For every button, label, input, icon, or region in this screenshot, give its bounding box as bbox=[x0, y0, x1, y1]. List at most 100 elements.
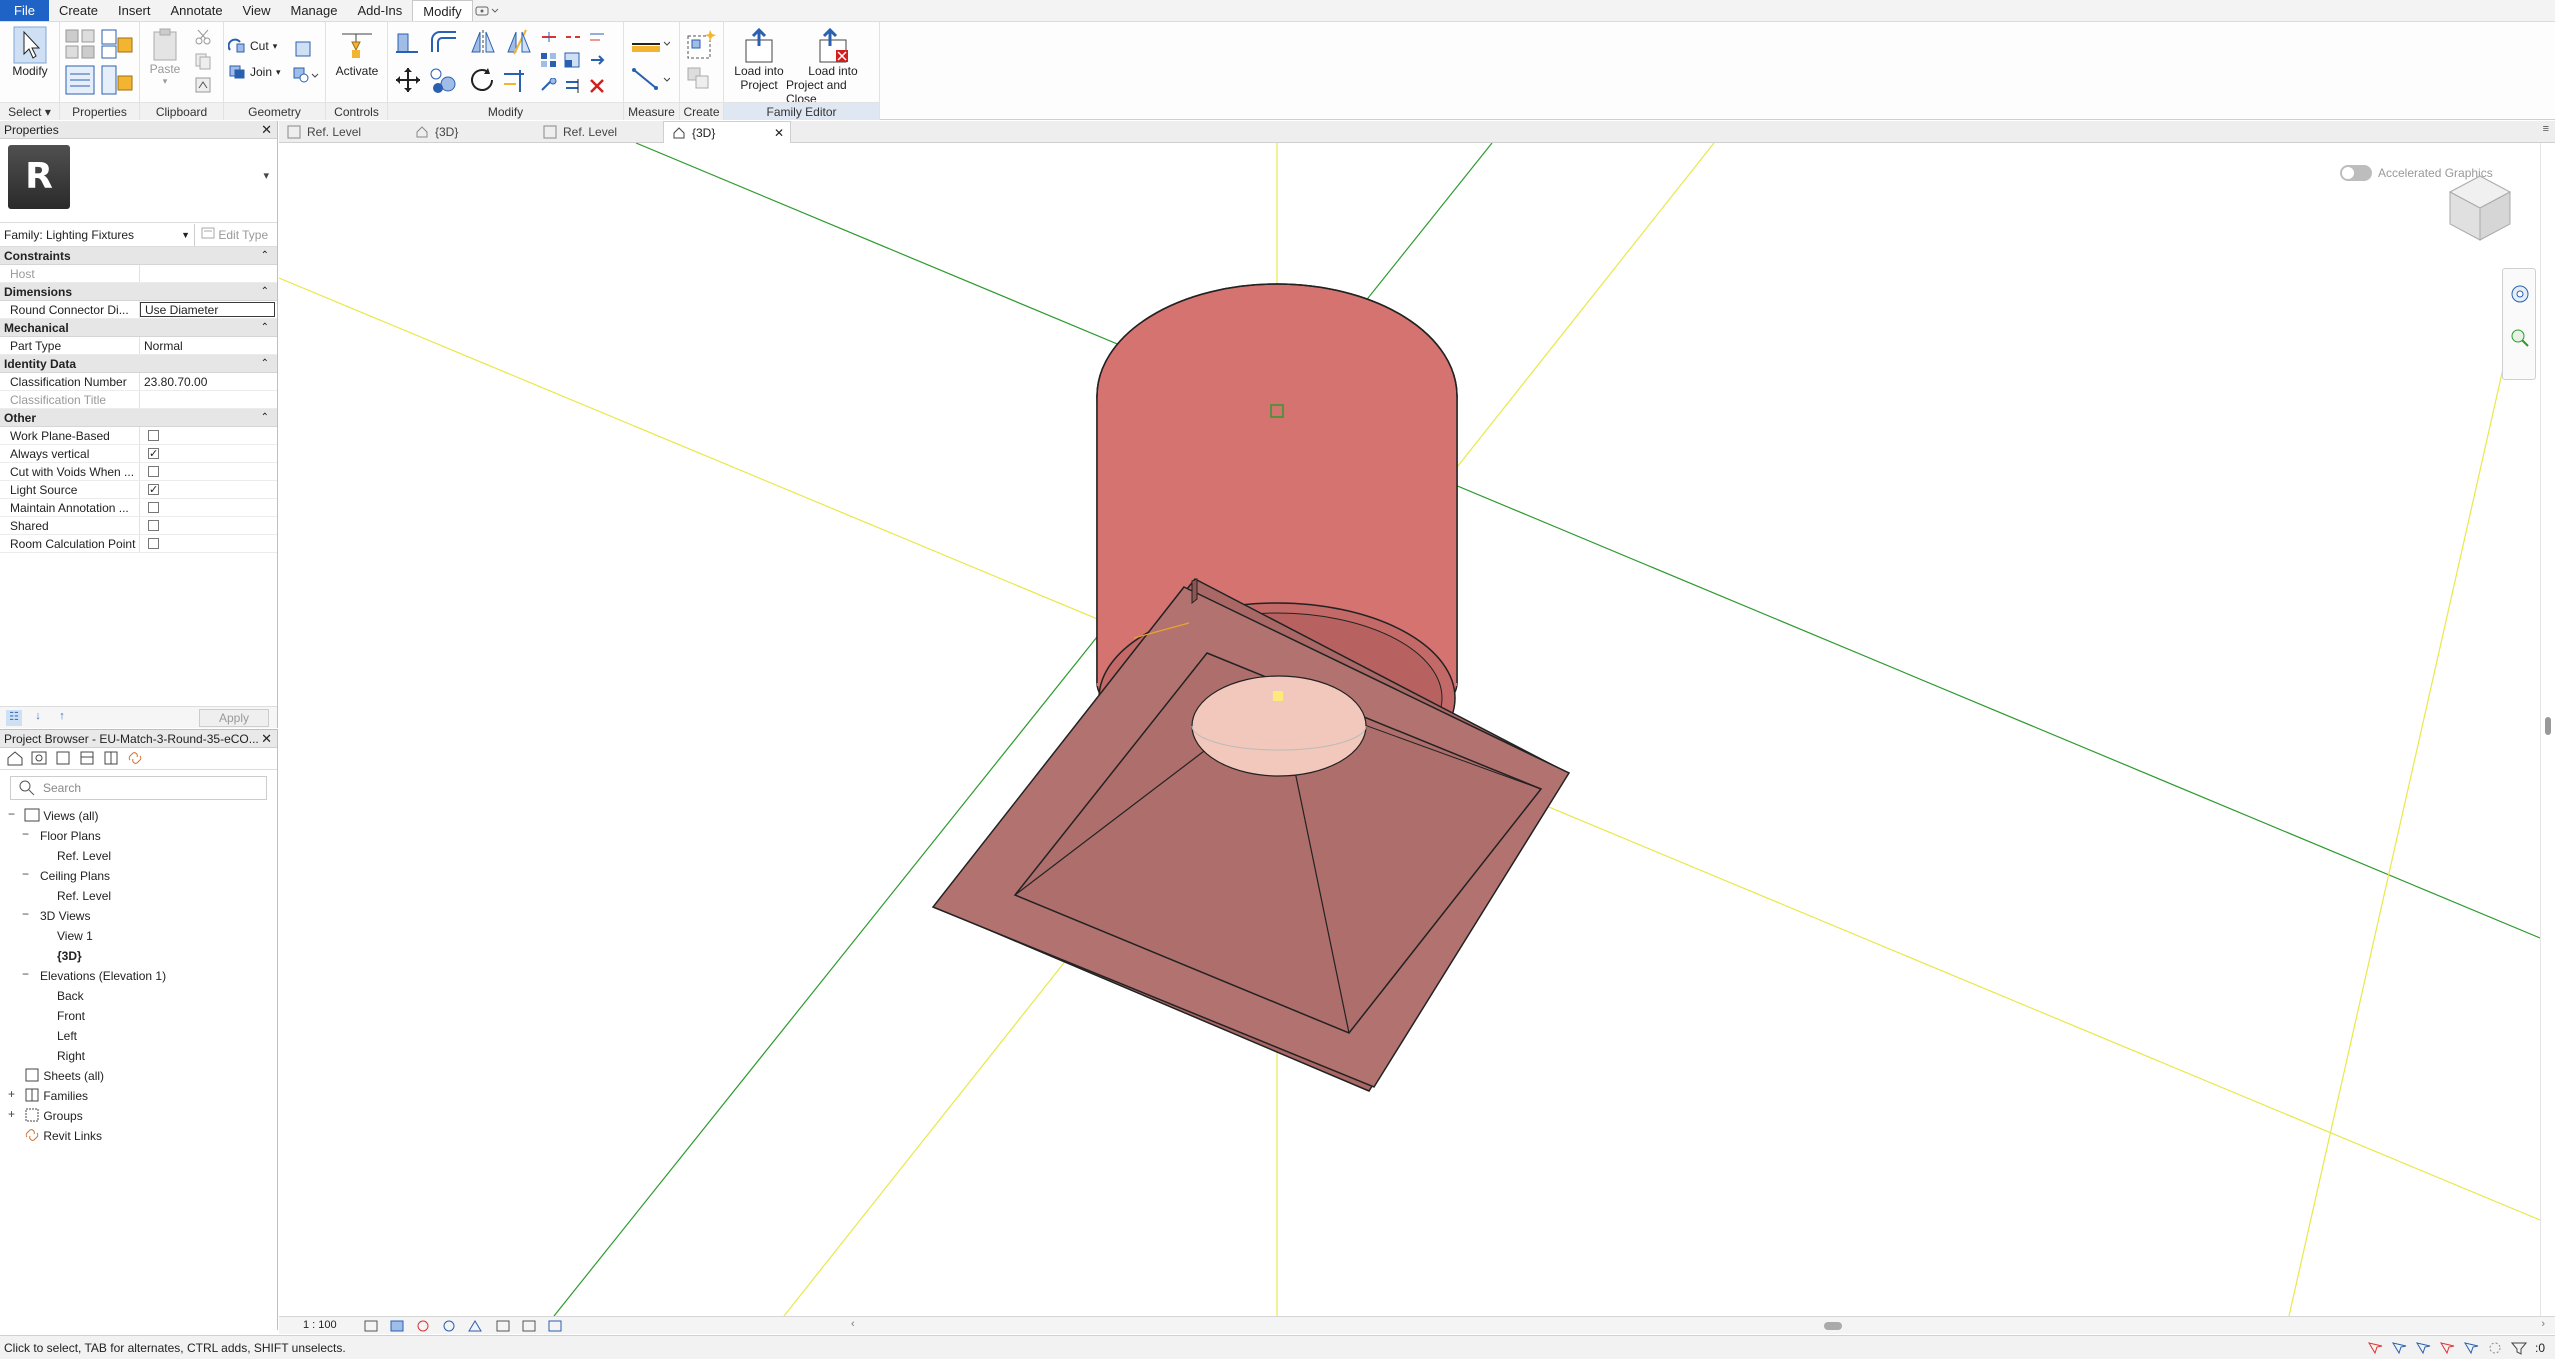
tab-ref-level-1[interactable]: Ref. Level bbox=[279, 121, 407, 143]
close-icon[interactable]: ✕ bbox=[261, 121, 272, 139]
tree-elevation-front[interactable]: Front bbox=[57, 1006, 85, 1026]
copy-element-icon[interactable] bbox=[428, 66, 458, 94]
tree-elevation-left[interactable]: Left bbox=[57, 1026, 77, 1046]
create-group-icon[interactable] bbox=[686, 28, 718, 60]
activate-button[interactable]: Activate bbox=[334, 28, 380, 78]
offset-icon[interactable] bbox=[428, 30, 458, 56]
always-vertical-checkbox[interactable] bbox=[148, 445, 159, 462]
load-into-project-button[interactable]: Load into Project bbox=[726, 28, 792, 92]
scissors-icon[interactable] bbox=[194, 28, 212, 46]
viewcube-icon[interactable] bbox=[2440, 162, 2518, 244]
tree-3d-views[interactable]: 3D Views bbox=[40, 906, 90, 926]
unpin-icon[interactable] bbox=[588, 52, 606, 68]
collapse-icon[interactable]: − bbox=[22, 967, 32, 981]
trim-extend-icon[interactable] bbox=[500, 66, 530, 94]
schedules-icon[interactable] bbox=[78, 750, 98, 768]
sort-descending-icon[interactable]: ↑ bbox=[54, 710, 70, 726]
scale-icon[interactable] bbox=[564, 52, 582, 68]
rotate-icon[interactable] bbox=[468, 66, 496, 94]
match-properties-icon[interactable] bbox=[194, 76, 212, 94]
type-selector[interactable]: R ▾ bbox=[0, 139, 277, 223]
measure-distance-icon[interactable] bbox=[630, 30, 670, 56]
views-filter-icon[interactable] bbox=[30, 750, 50, 768]
tree-ceiling-plans[interactable]: Ceiling Plans bbox=[40, 866, 110, 886]
zoom-icon[interactable] bbox=[2509, 327, 2531, 349]
horizontal-scroll-thumb[interactable] bbox=[1824, 1322, 1842, 1330]
delete-icon[interactable] bbox=[588, 78, 606, 94]
background-process-icon[interactable] bbox=[2487, 1341, 2503, 1355]
tab-modify[interactable]: Modify bbox=[412, 0, 473, 21]
prop-part-type[interactable]: Part Type Normal bbox=[0, 337, 277, 355]
view-scale[interactable]: 1 : 100 bbox=[303, 1319, 337, 1331]
tree-3d-default[interactable]: {3D} bbox=[57, 946, 82, 966]
collapse-icon[interactable]: − bbox=[8, 807, 18, 821]
move-icon[interactable] bbox=[394, 66, 422, 94]
wall-joins-icon[interactable] bbox=[294, 40, 312, 58]
select-pinned-icon[interactable] bbox=[2415, 1341, 2431, 1355]
filter-icon[interactable] bbox=[2510, 1341, 2527, 1355]
drag-elements-icon[interactable] bbox=[2463, 1341, 2479, 1355]
tree-sheets[interactable]: Sheets (all) bbox=[24, 1066, 104, 1086]
trim-single-icon[interactable] bbox=[588, 30, 606, 44]
paste-button[interactable]: Paste ▾ bbox=[148, 28, 182, 87]
tree-view-1[interactable]: View 1 bbox=[57, 926, 93, 946]
maintain-annotation-checkbox[interactable] bbox=[148, 502, 159, 513]
steering-wheel-icon[interactable] bbox=[2509, 283, 2531, 305]
tree-elevation-right[interactable]: Right bbox=[57, 1046, 85, 1066]
room-calc-checkbox[interactable] bbox=[148, 538, 159, 549]
tab-menu-icon[interactable]: ≡ bbox=[2543, 123, 2549, 135]
select-panel-label[interactable]: Select ▾ bbox=[0, 102, 59, 120]
home-icon[interactable] bbox=[6, 750, 26, 768]
categorized-sort-icon[interactable]: ☷ bbox=[6, 710, 22, 726]
split-element-icon[interactable] bbox=[540, 30, 558, 44]
families-icon[interactable] bbox=[102, 750, 122, 768]
split-gap-icon[interactable] bbox=[564, 30, 582, 44]
contextual-tab-toggle-icon[interactable] bbox=[473, 0, 503, 21]
aligned-dimension-icon[interactable] bbox=[630, 66, 670, 94]
tab-manage[interactable]: Manage bbox=[281, 0, 348, 21]
group-constraints[interactable]: Constraints ⌃ bbox=[0, 247, 277, 265]
tree-revit-links[interactable]: Revit Links bbox=[24, 1126, 102, 1146]
tree-floor-plans[interactable]: Floor Plans bbox=[40, 826, 101, 846]
load-into-project-and-close-button[interactable]: Load into Project and Close bbox=[786, 28, 880, 106]
tree-elevation-back[interactable]: Back bbox=[57, 986, 84, 1006]
tab-ref-level-2[interactable]: Ref. Level bbox=[535, 121, 663, 143]
split-face-icon[interactable] bbox=[292, 66, 320, 84]
horizontal-scrollbar[interactable] bbox=[849, 1319, 2555, 1333]
family-dropdown[interactable]: Family: Lighting Fixtures ▼ bbox=[0, 223, 195, 246]
type-properties-icon[interactable] bbox=[100, 64, 134, 96]
modify-button[interactable]: Modify bbox=[6, 26, 54, 78]
edit-type-button[interactable]: Edit Type bbox=[201, 227, 268, 242]
tab-3d-1[interactable]: {3D} bbox=[407, 121, 535, 143]
group-mechanical[interactable]: Mechanical ⌃ bbox=[0, 319, 277, 337]
expand-icon[interactable]: + bbox=[8, 1087, 18, 1101]
shared-checkbox[interactable] bbox=[148, 520, 159, 531]
apply-button[interactable]: Apply bbox=[199, 709, 269, 727]
tree-groups[interactable]: Groups bbox=[24, 1106, 83, 1126]
vertical-scroll-thumb[interactable] bbox=[2545, 717, 2551, 735]
select-by-face-icon[interactable] bbox=[2439, 1341, 2455, 1355]
prop-classification-number[interactable]: Classification Number 23.80.70.00 bbox=[0, 373, 277, 391]
vertical-scrollbar[interactable] bbox=[2540, 143, 2555, 1316]
tab-insert[interactable]: Insert bbox=[108, 0, 161, 21]
tab-create[interactable]: Create bbox=[49, 0, 108, 21]
tree-elevations[interactable]: Elevations (Elevation 1) bbox=[40, 966, 166, 986]
tree-families[interactable]: Families bbox=[24, 1086, 88, 1106]
3d-viewport[interactable] bbox=[278, 142, 2541, 1317]
close-icon[interactable]: ✕ bbox=[261, 730, 272, 748]
round-connector-field[interactable]: Use Diameter bbox=[140, 302, 275, 317]
pin-icon[interactable] bbox=[540, 78, 558, 94]
tab-add-ins[interactable]: Add-Ins bbox=[347, 0, 412, 21]
tab-view[interactable]: View bbox=[233, 0, 281, 21]
mirror-pick-axis-icon[interactable] bbox=[468, 28, 498, 56]
light-source-checkbox[interactable] bbox=[148, 481, 159, 498]
tab-annotate[interactable]: Annotate bbox=[161, 0, 233, 21]
align-icon[interactable] bbox=[394, 30, 420, 56]
family-types-icon[interactable] bbox=[64, 28, 96, 60]
toggle-switch[interactable] bbox=[2340, 165, 2372, 181]
array-icon[interactable] bbox=[540, 52, 558, 68]
trim-multiple-icon[interactable] bbox=[564, 78, 582, 94]
properties-palette-icon[interactable] bbox=[64, 64, 96, 96]
family-category-icon[interactable] bbox=[100, 28, 134, 60]
collapse-icon[interactable]: − bbox=[22, 867, 32, 881]
